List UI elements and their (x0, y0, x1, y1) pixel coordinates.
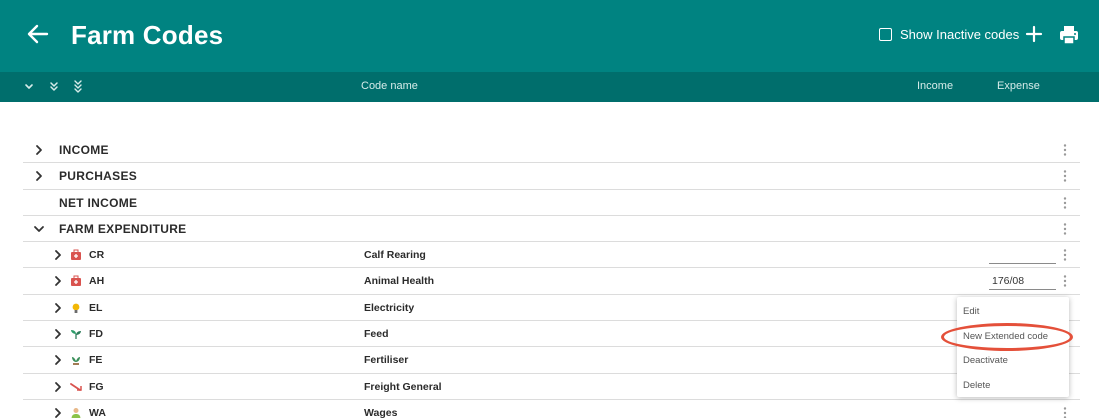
group-label: FARM EXPENDITURE (59, 221, 187, 236)
worker-icon (71, 407, 81, 418)
farm-codes-list: INCOME PURCHASES NET INCOME FARM EXPENDI… (23, 137, 1080, 418)
code-row-fd[interactable]: FD Feed (23, 321, 1080, 348)
chevron-right-icon[interactable] (32, 143, 46, 157)
lightbulb-icon (72, 303, 80, 313)
chevron-right-icon[interactable] (51, 301, 65, 315)
more-vert-icon[interactable] (1058, 248, 1072, 262)
group-row-net-income[interactable]: NET INCOME (23, 190, 1080, 216)
code: EL (89, 301, 103, 314)
show-inactive-checkbox[interactable] (879, 27, 892, 41)
code-row-fg[interactable]: FG Freight General (23, 374, 1080, 400)
code-name: Fertiliser (364, 354, 409, 367)
more-vert-icon[interactable] (1058, 196, 1072, 210)
code: CR (89, 249, 105, 262)
more-vert-icon[interactable] (1058, 406, 1072, 418)
app-header: Farm Codes Show Inactive codes (0, 0, 1099, 72)
code-name: Wages (364, 406, 398, 418)
back-arrow-icon[interactable] (26, 22, 50, 46)
code: FE (89, 354, 103, 367)
seedling-icon (71, 330, 81, 340)
code: WA (89, 406, 106, 418)
column-header-bar: Code name Income Expense (0, 72, 1099, 102)
chevron-right-icon[interactable] (51, 274, 65, 288)
more-vert-icon[interactable] (1058, 222, 1072, 236)
group-label: INCOME (59, 143, 109, 157)
fertiliser-icon (72, 357, 80, 366)
menu-item-new-extended-code[interactable]: New Extended code (963, 331, 1048, 342)
show-inactive-label: Show Inactive codes (900, 26, 1020, 42)
column-code-name: Code name (361, 80, 418, 92)
chevron-right-icon[interactable] (51, 406, 65, 418)
code-row-ah[interactable]: AH Animal Health (23, 268, 1080, 295)
chevron-right-icon[interactable] (51, 380, 65, 394)
code: AH (89, 275, 105, 288)
chevron-right-icon[interactable] (51, 353, 65, 367)
column-income: Income (917, 80, 954, 92)
expand-two-levels-icon[interactable] (47, 80, 61, 94)
show-inactive-toggle[interactable]: Show Inactive codes (879, 26, 1019, 42)
group-label: PURCHASES (59, 169, 138, 184)
code: FG (89, 380, 104, 393)
row-context-menu: Edit New Extended code Deactivate Delete (957, 297, 1069, 397)
page-title: Farm Codes (71, 20, 224, 50)
expense-field[interactable] (989, 246, 1056, 265)
code: FD (89, 328, 103, 341)
more-vert-icon[interactable] (1058, 169, 1072, 183)
chevron-right-icon[interactable] (32, 169, 46, 183)
more-vert-icon[interactable] (1058, 143, 1072, 157)
group-row-income[interactable]: INCOME (23, 137, 1080, 164)
collapse-one-level-icon[interactable] (22, 80, 36, 94)
column-expense: Expense (997, 80, 1040, 92)
expense-field[interactable] (989, 272, 1056, 291)
medical-kit-icon (71, 275, 81, 287)
chevron-right-icon[interactable] (51, 248, 65, 262)
print-icon[interactable] (1058, 24, 1080, 46)
code-name: Animal Health (364, 275, 435, 288)
medical-kit-icon (71, 249, 81, 261)
expand-all-levels-icon[interactable] (71, 80, 85, 94)
group-row-purchases[interactable]: PURCHASES (23, 163, 1080, 190)
chevron-down-icon[interactable] (32, 222, 46, 236)
code-name: Feed (364, 328, 389, 341)
chevron-right-icon[interactable] (51, 327, 65, 341)
code-name: Calf Rearing (364, 249, 426, 262)
code-name: Freight General (364, 380, 442, 393)
code-row-el[interactable]: EL Electricity (23, 295, 1080, 322)
menu-item-deactivate[interactable]: Deactivate (963, 355, 1008, 366)
menu-item-edit[interactable]: Edit (963, 306, 979, 317)
code-row-cr[interactable]: CR Calf Rearing (23, 242, 1080, 269)
group-label: NET INCOME (59, 195, 138, 210)
more-vert-icon[interactable] (1058, 274, 1072, 288)
add-icon[interactable] (1024, 24, 1044, 44)
menu-item-delete[interactable]: Delete (963, 380, 990, 391)
code-row-fe[interactable]: FE Fertiliser (23, 347, 1080, 374)
freight-icon (70, 382, 82, 391)
group-row-farm-expenditure[interactable]: FARM EXPENDITURE (23, 216, 1080, 243)
code-name: Electricity (364, 301, 415, 314)
code-row-wa[interactable]: WA Wages (23, 400, 1080, 418)
